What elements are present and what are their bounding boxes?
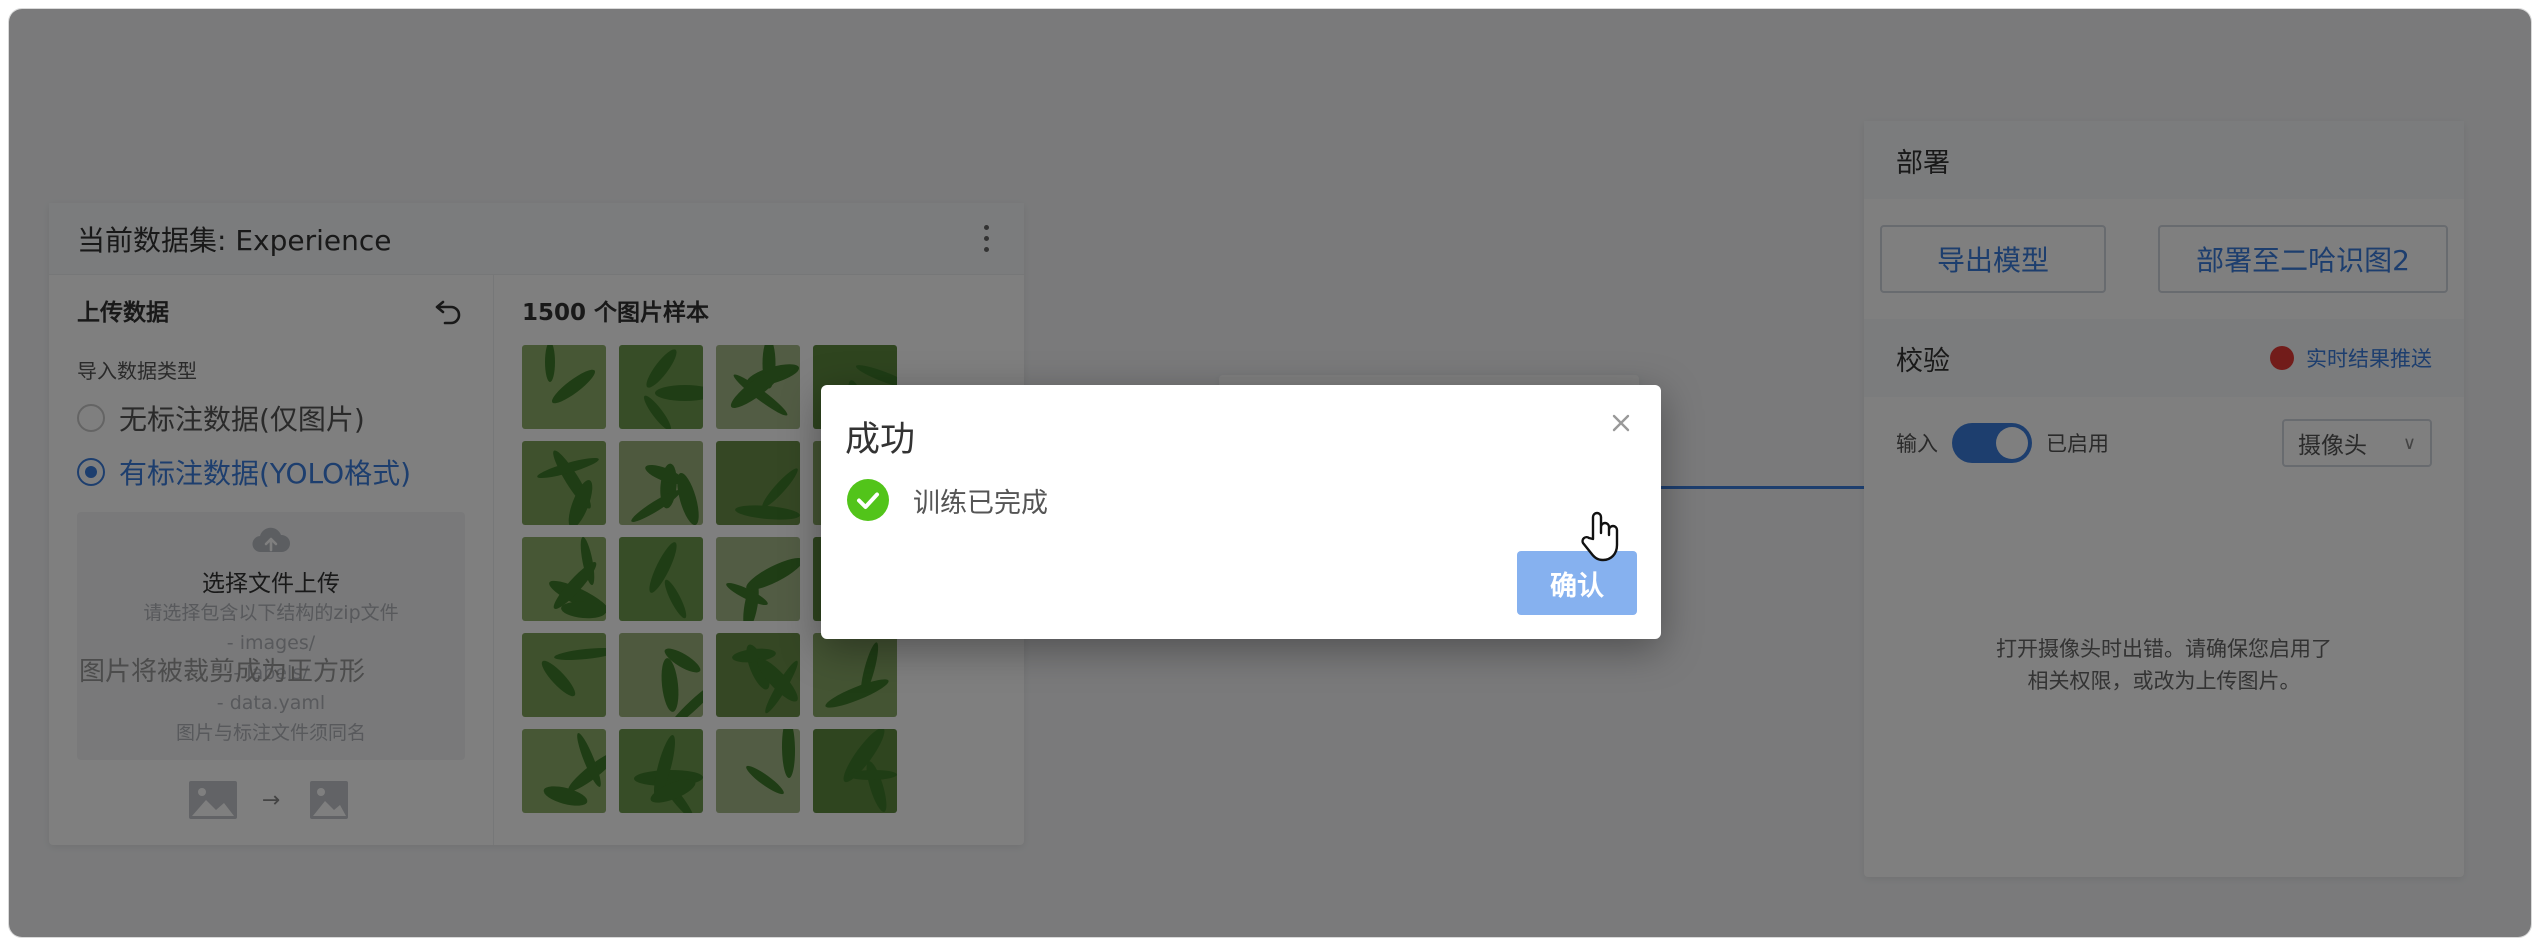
success-dialog: 成功 训练已完成 确认 <box>821 385 1661 639</box>
hand-pointer-icon <box>1581 511 1619 562</box>
dialog-message: 训练已完成 <box>913 487 1048 519</box>
dialog-title: 成功 <box>845 420 916 460</box>
close-icon[interactable] <box>1603 405 1639 441</box>
success-check-icon <box>847 479 889 521</box>
app-window: 当前数据集: Experience 上传数据 导入数据类型 无标 <box>8 8 2532 938</box>
